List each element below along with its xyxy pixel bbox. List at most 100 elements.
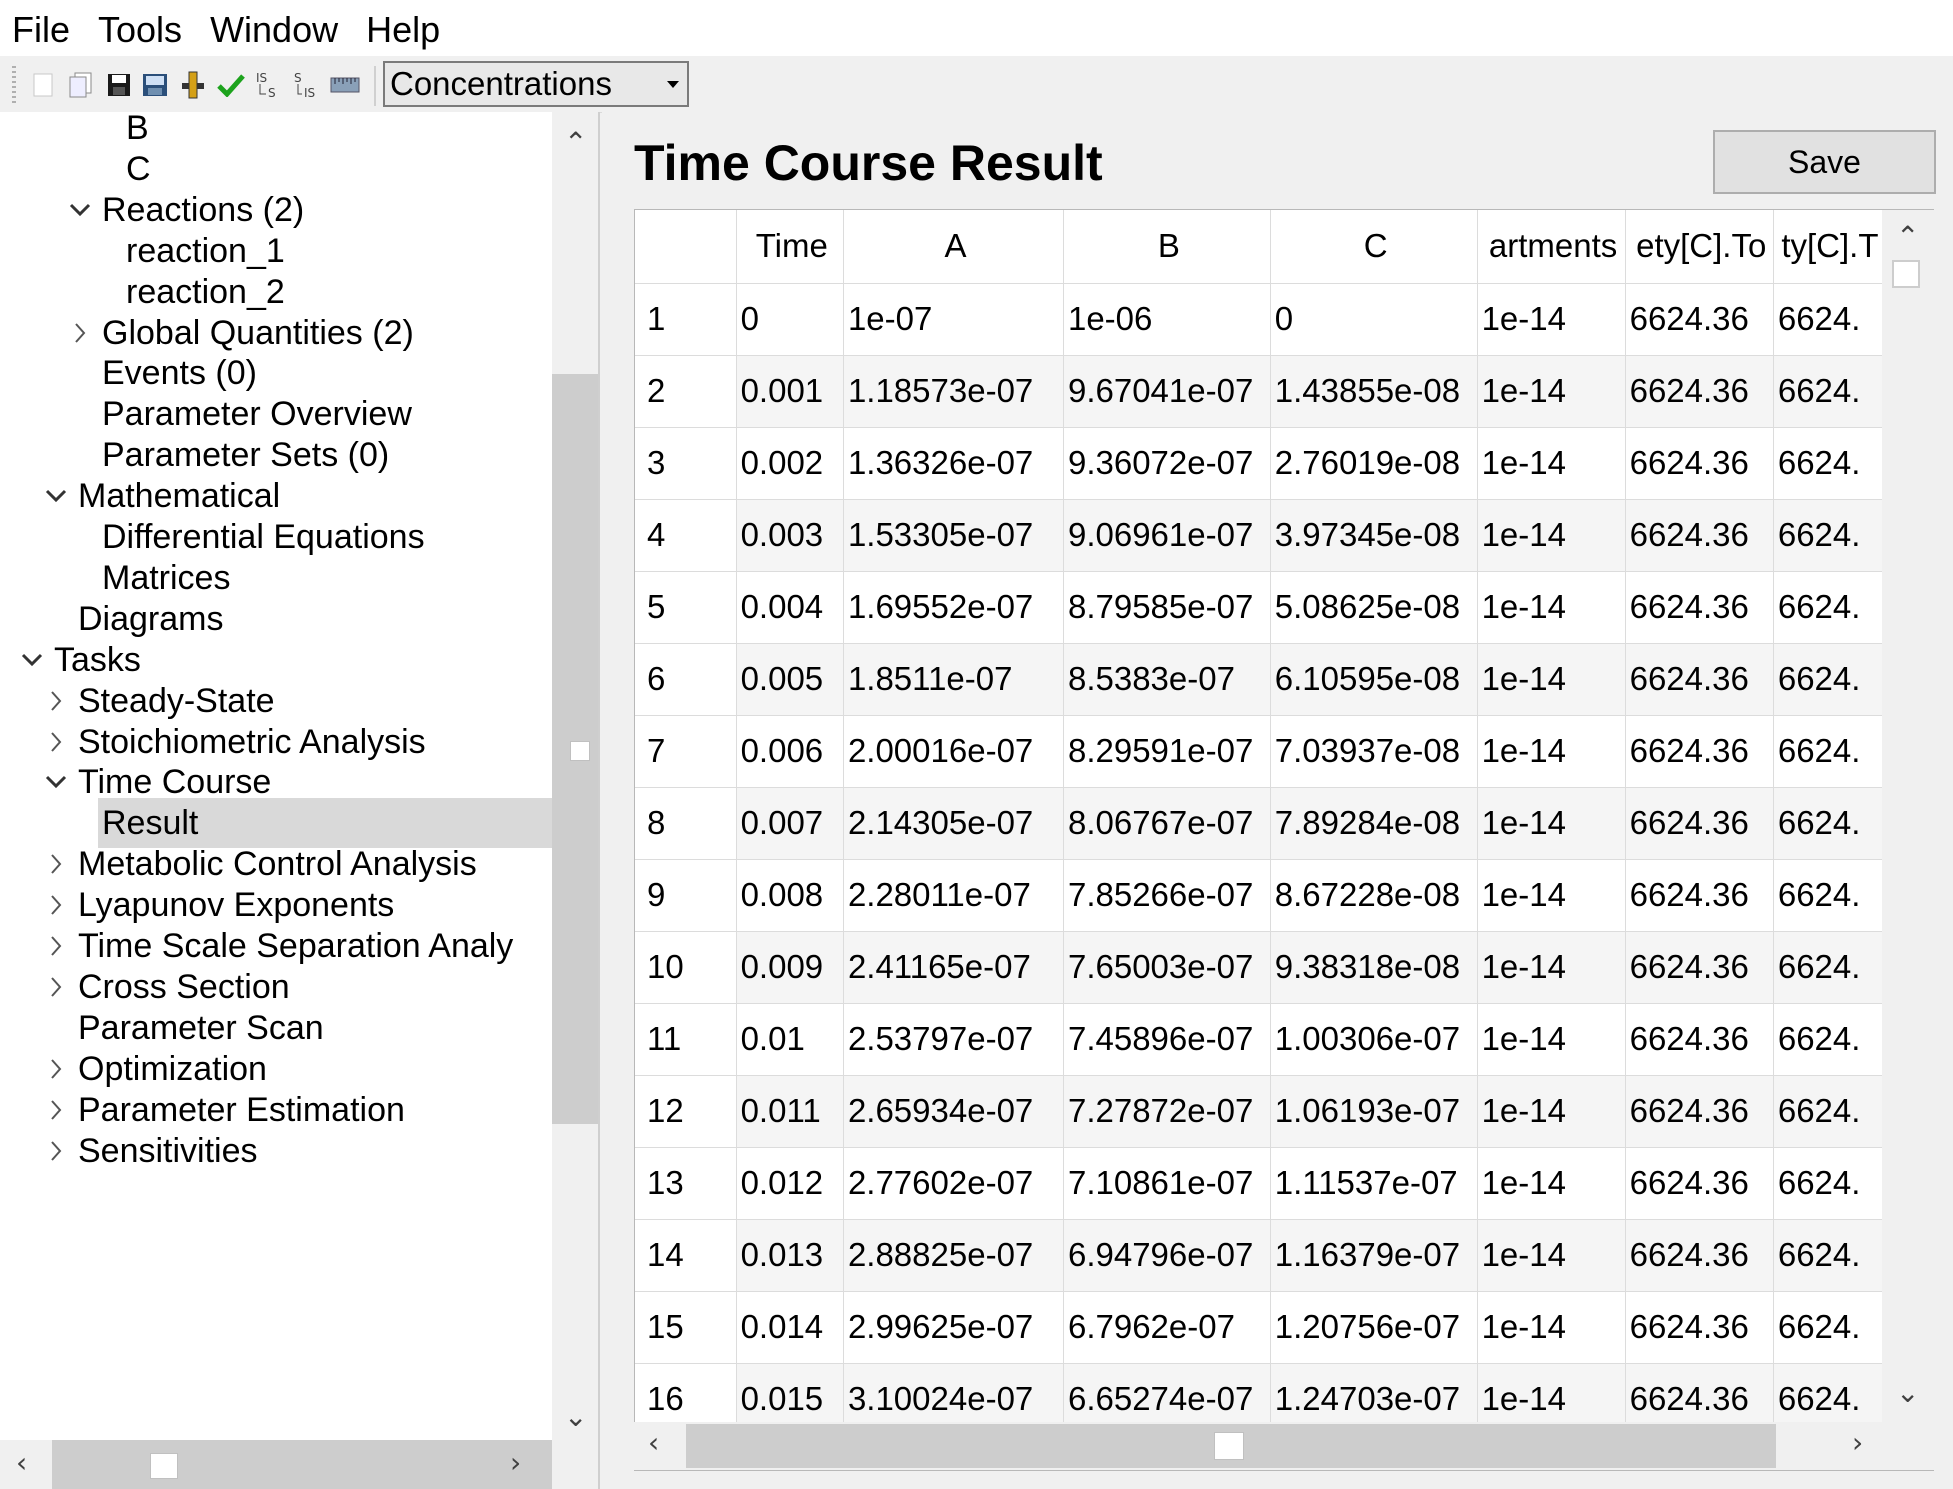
table-cell[interactable]: 1.53305e-07 — [843, 499, 1064, 572]
scroll-left-icon[interactable]: ‹ — [648, 1426, 659, 1459]
table-cell[interactable]: 6624.36 — [1625, 1363, 1774, 1423]
table-cell[interactable]: 0.015 — [736, 1363, 844, 1423]
column-header[interactable]: A — [843, 210, 1064, 284]
table-cell[interactable]: 2.99625e-07 — [843, 1291, 1064, 1364]
table-cell[interactable]: 0.014 — [736, 1291, 844, 1364]
table-cell[interactable]: 0.003 — [736, 499, 844, 572]
table-cell[interactable]: 2.00016e-07 — [843, 715, 1064, 788]
table-cell[interactable]: 6624. — [1773, 1363, 1883, 1423]
table-cell[interactable]: 0 — [1270, 283, 1478, 356]
table-cell[interactable]: 2.41165e-07 — [843, 931, 1064, 1004]
scroll-right-icon[interactable]: › — [510, 1446, 521, 1479]
table-cell[interactable]: 9.06961e-07 — [1063, 499, 1271, 572]
table-cell[interactable]: 1.16379e-07 — [1270, 1219, 1478, 1292]
row-number[interactable]: 3 — [635, 427, 737, 500]
save-button[interactable]: Save — [1713, 130, 1936, 194]
open-icon[interactable] — [66, 68, 96, 102]
table-cell[interactable]: 6624. — [1773, 643, 1883, 716]
table-row[interactable]: 16 0.015 3.10024e-07 6.65274e-07 1.24703e-07… — [635, 1363, 1883, 1423]
table-row[interactable]: 2 0.001 1.18573e-07 9.67041e-07 1.43855e-08 1… — [635, 355, 1883, 428]
table-cell[interactable]: 1e-14 — [1477, 355, 1626, 428]
slider-icon[interactable] — [178, 68, 208, 102]
check-icon[interactable] — [216, 68, 246, 102]
table-cell[interactable]: 0 — [736, 283, 844, 356]
table-cell[interactable]: 1e-14 — [1477, 787, 1626, 860]
scroll-left-icon[interactable]: ‹ — [16, 1446, 27, 1479]
tree-hscroll-thumb[interactable] — [52, 1440, 552, 1489]
row-number[interactable]: 15 — [635, 1291, 737, 1364]
table-cell[interactable]: 0.008 — [736, 859, 844, 932]
table-row[interactable]: 13 0.012 2.77602e-07 7.10861e-07 1.11537e-07… — [635, 1147, 1883, 1220]
table-cell[interactable]: 8.29591e-07 — [1063, 715, 1271, 788]
table-cell[interactable]: 6624. — [1773, 931, 1883, 1004]
table-vscroll-thumb[interactable] — [1892, 260, 1920, 288]
table-cell[interactable]: 1e-14 — [1477, 283, 1626, 356]
menu-file[interactable]: File — [0, 4, 84, 56]
table-cell[interactable]: 0.004 — [736, 571, 844, 644]
row-number[interactable]: 9 — [635, 859, 737, 932]
table-cell[interactable]: 8.06767e-07 — [1063, 787, 1271, 860]
table-cell[interactable]: 1e-14 — [1477, 499, 1626, 572]
table-cell[interactable]: 6624.36 — [1625, 427, 1774, 500]
convert-is-icon[interactable]: IS S — [254, 68, 284, 102]
table-row[interactable]: 15 0.014 2.99625e-07 6.7962e-07 1.20756e-07 1… — [635, 1291, 1883, 1364]
row-number[interactable]: 5 — [635, 571, 737, 644]
table-cell[interactable]: 6624.36 — [1625, 499, 1774, 572]
table-cell[interactable]: 6624.36 — [1625, 1291, 1774, 1364]
table-cell[interactable]: 0.009 — [736, 931, 844, 1004]
scroll-down-icon[interactable]: ⌄ — [1896, 1376, 1919, 1409]
table-row[interactable]: 3 0.002 1.36326e-07 9.36072e-07 2.76019e-08 1… — [635, 427, 1883, 500]
table-row[interactable]: 12 0.011 2.65934e-07 7.27872e-07 1.06193e-07… — [635, 1075, 1883, 1148]
table-cell[interactable]: 9.67041e-07 — [1063, 355, 1271, 428]
table-cell[interactable]: 1.36326e-07 — [843, 427, 1064, 500]
convert-si-icon[interactable]: S IS — [292, 68, 322, 102]
tree-item[interactable]: Sensitivities — [0, 1126, 552, 1176]
table-cell[interactable]: 6624.36 — [1625, 283, 1774, 356]
row-number[interactable]: 7 — [635, 715, 737, 788]
table-row[interactable]: 1 0 1e-07 1e-06 0 1e-14 6624.36 6624. — [635, 283, 1883, 356]
table-cell[interactable]: 8.67228e-08 — [1270, 859, 1478, 932]
table-cell[interactable]: 6.10595e-08 — [1270, 643, 1478, 716]
table-cell[interactable]: 2.28011e-07 — [843, 859, 1064, 932]
table-cell[interactable]: 7.10861e-07 — [1063, 1147, 1271, 1220]
table-cell[interactable]: 2.53797e-07 — [843, 1003, 1064, 1076]
table-cell[interactable]: 3.97345e-08 — [1270, 499, 1478, 572]
table-row[interactable]: 14 0.013 2.88825e-07 6.94796e-07 1.16379e-07… — [635, 1219, 1883, 1292]
menu-window[interactable]: Window — [196, 4, 352, 56]
table-cell[interactable]: 6624. — [1773, 715, 1883, 788]
tree-horizontal-scrollbar[interactable]: ‹ › — [0, 1440, 598, 1489]
table-cell[interactable]: 6624.36 — [1625, 859, 1774, 932]
table-cell[interactable]: 6624. — [1773, 787, 1883, 860]
table-cell[interactable]: 6624. — [1773, 571, 1883, 644]
table-cell[interactable]: 2.65934e-07 — [843, 1075, 1064, 1148]
save-as-icon[interactable] — [140, 68, 170, 102]
table-cell[interactable]: 1.11537e-07 — [1270, 1147, 1478, 1220]
menu-help[interactable]: Help — [352, 4, 454, 56]
table-row[interactable]: 6 0.005 1.8511e-07 8.5383e-07 6.10595e-08 1e-… — [635, 643, 1883, 716]
table-cell[interactable]: 6624.36 — [1625, 1147, 1774, 1220]
table-cell[interactable]: 3.10024e-07 — [843, 1363, 1064, 1423]
table-cell[interactable]: 1e-14 — [1477, 1363, 1626, 1423]
table-cell[interactable]: 9.36072e-07 — [1063, 427, 1271, 500]
table-cell[interactable]: 1.24703e-07 — [1270, 1363, 1478, 1423]
table-cell[interactable]: 1.20756e-07 — [1270, 1291, 1478, 1364]
table-cell[interactable]: 0.006 — [736, 715, 844, 788]
tree-vertical-scrollbar[interactable]: ⌃ ⌄ — [552, 112, 598, 1442]
table-cell[interactable]: 2.76019e-08 — [1270, 427, 1478, 500]
table-cell[interactable]: 6624. — [1773, 499, 1883, 572]
table-cell[interactable]: 1.69552e-07 — [843, 571, 1064, 644]
table-cell[interactable]: 6624. — [1773, 1219, 1883, 1292]
table-cell[interactable]: 1e-07 — [843, 283, 1064, 356]
table-row[interactable]: 10 0.009 2.41165e-07 7.65003e-07 9.38318e-08… — [635, 931, 1883, 1004]
column-header[interactable]: artments — [1477, 210, 1626, 284]
table-cell[interactable]: 1.43855e-08 — [1270, 355, 1478, 428]
toolbar-grip[interactable] — [12, 66, 16, 104]
table-cell[interactable]: 1e-14 — [1477, 931, 1626, 1004]
table-cell[interactable]: 6624.36 — [1625, 643, 1774, 716]
scroll-down-icon[interactable]: ⌄ — [564, 1400, 587, 1433]
table-row[interactable]: 11 0.01 2.53797e-07 7.45896e-07 1.00306e-07 1… — [635, 1003, 1883, 1076]
table-cell[interactable]: 0.01 — [736, 1003, 844, 1076]
table-cell[interactable]: 8.5383e-07 — [1063, 643, 1271, 716]
table-cell[interactable]: 0.012 — [736, 1147, 844, 1220]
column-header[interactable]: Time — [736, 210, 844, 284]
